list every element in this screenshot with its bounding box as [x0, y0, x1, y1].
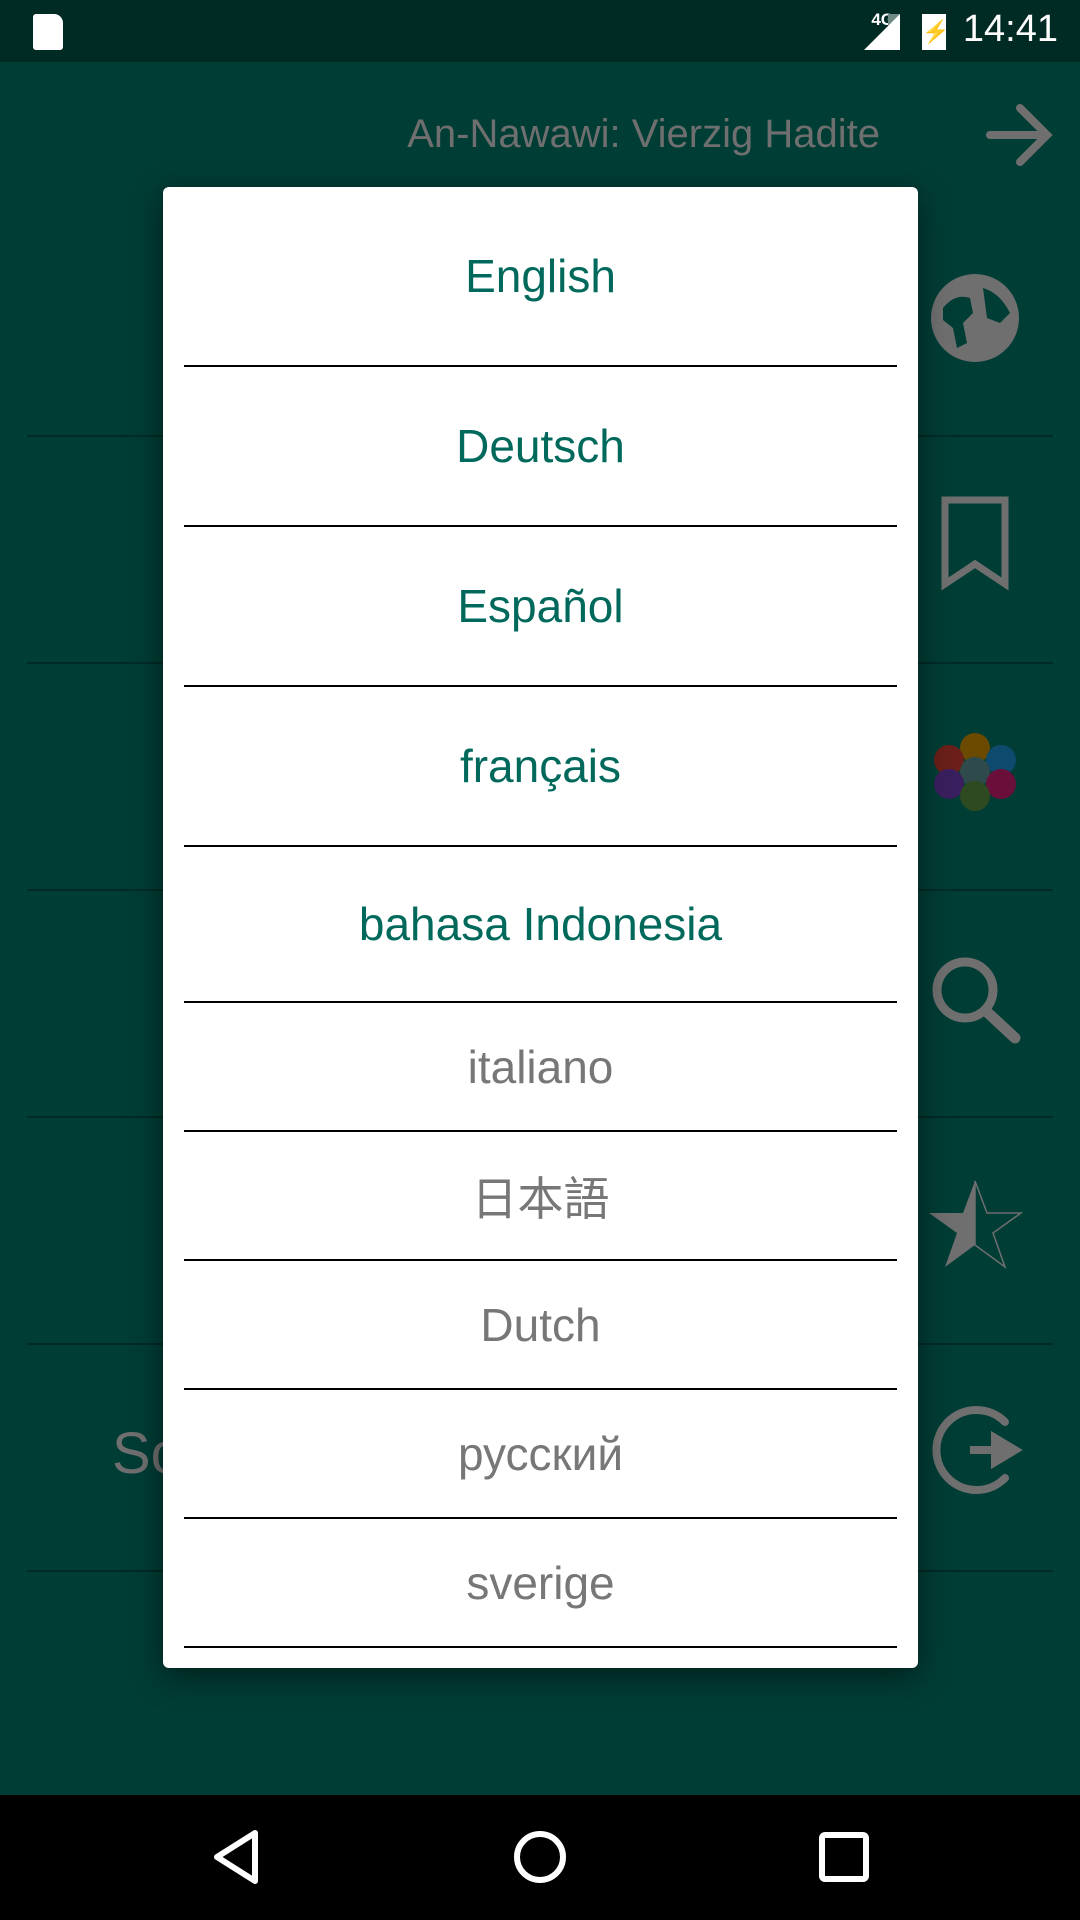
status-bar: 4G ⚡ 14:41	[0, 0, 1080, 62]
language-item-espanol[interactable]: Español	[184, 527, 897, 687]
battery-charging-icon: ⚡	[922, 14, 949, 50]
language-label: sverige	[466, 1556, 615, 1609]
clock: 14:41	[962, 8, 1058, 50]
language-label: français	[459, 740, 622, 792]
language-item-francais[interactable]: français	[184, 687, 897, 847]
arrow-right-icon[interactable]	[985, 100, 1055, 170]
language-label: Deutsch	[456, 420, 625, 472]
back-icon[interactable]	[205, 1825, 269, 1889]
half-star-icon[interactable]	[925, 1173, 1025, 1273]
language-item-russian[interactable]: русский	[184, 1390, 897, 1519]
logout-icon[interactable]	[925, 1400, 1025, 1500]
language-item-indonesia[interactable]: bahasa Indonesia	[184, 847, 897, 1003]
language-item-italiano[interactable]: italiano	[184, 1003, 897, 1132]
language-item-sverige[interactable]: sverige	[184, 1519, 897, 1648]
language-item-dutch[interactable]: Dutch	[184, 1261, 897, 1390]
sd-card-icon	[33, 14, 63, 50]
language-item-japanese[interactable]: 日本語	[184, 1132, 897, 1261]
home-icon[interactable]	[508, 1825, 572, 1889]
language-label: English	[465, 250, 616, 302]
bookmark-icon[interactable]	[925, 492, 1025, 592]
language-dialog: English Deutsch Español français bahasa …	[163, 187, 918, 1668]
recents-icon[interactable]	[812, 1825, 876, 1889]
language-label: русский	[457, 1427, 624, 1480]
signal-icon	[864, 14, 900, 50]
navigation-bar	[0, 1795, 1080, 1920]
language-label: Dutch	[480, 1298, 601, 1351]
app-title: An-Nawawi: Vierzig Hadite	[407, 112, 880, 156]
globe-icon[interactable]	[925, 268, 1025, 368]
language-label: Español	[457, 580, 624, 632]
hexagon-colors-icon[interactable]	[925, 720, 1025, 820]
language-item-deutsch[interactable]: Deutsch	[184, 367, 897, 527]
language-label: italiano	[467, 1040, 614, 1093]
language-label: 日本語	[471, 1172, 610, 1225]
search-icon[interactable]	[925, 950, 1025, 1050]
language-item-english[interactable]: English	[184, 187, 897, 367]
language-label: bahasa Indonesia	[358, 898, 723, 950]
